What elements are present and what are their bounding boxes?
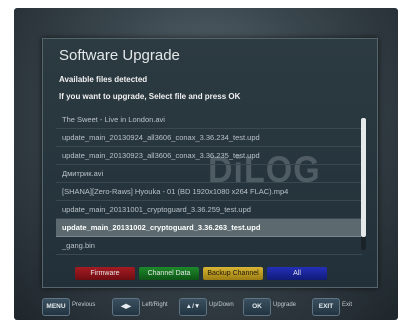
file-name: _gang.bin [62, 241, 95, 250]
up-down-key-label: Up/Down [209, 302, 234, 308]
firmware-button[interactable]: Firmware [75, 267, 135, 280]
file-name: Дмитрик.avi [62, 169, 104, 178]
menu-key[interactable]: MENU [42, 298, 70, 316]
scrollbar-thumb[interactable] [361, 118, 366, 237]
file-row[interactable]: [SHANA][Zero-Raws] Hyouka - 01 (BD 1920x… [56, 183, 362, 201]
file-name: update_main_20131002_cryptoguard_3.36.26… [62, 223, 261, 232]
file-name: update_main_20131001_cryptoguard_3.36.25… [62, 205, 251, 214]
instruction-note: If you want to upgrade, Select file and … [59, 92, 241, 101]
left-right-key-label: Left/Right [142, 302, 168, 308]
file-name: The Sweet - Live in London.avi [62, 115, 165, 124]
left-right-arrows-icon: ◀▶ [121, 303, 131, 310]
dialog-title: Software Upgrade [59, 47, 180, 64]
file-row-selected[interactable]: update_main_20131002_cryptoguard_3.36.26… [56, 219, 362, 237]
exit-key-label: Exit [342, 302, 353, 308]
menu-key-label: Previous [72, 302, 96, 308]
files-detected-note: Available files detected [59, 75, 148, 84]
file-name: update_main_20130923_all3606_conax_3.36.… [62, 151, 260, 160]
file-row[interactable]: _gang.bin [56, 237, 362, 255]
ok-key-label: Upgrade [273, 302, 297, 308]
exit-key[interactable]: EXIT [312, 298, 340, 316]
file-row[interactable]: The Sweet - Live in London.avi [56, 111, 362, 129]
key-hint-bar: MENU Previous ◀▶ Left/Right ▲/▼ Up/Down … [14, 290, 398, 318]
up-down-key[interactable]: ▲/▼ [179, 298, 207, 316]
backup-channel-button[interactable]: Backup Channel [203, 267, 263, 280]
channel-data-button[interactable]: Channel Data [139, 267, 199, 280]
all-button[interactable]: All [267, 267, 327, 280]
file-row[interactable]: update_main_20130924_all3606_conax_3.36.… [56, 129, 362, 147]
file-name: update_main_20130924_all3606_conax_3.36.… [62, 133, 260, 142]
file-row[interactable]: update_main_20131001_cryptoguard_3.36.25… [56, 201, 362, 219]
color-button-bar: Firmware Channel Data Backup Channel All [75, 267, 331, 280]
software-upgrade-dialog: Software Upgrade Available files detecte… [42, 38, 378, 288]
file-name: [SHANA][Zero-Raws] Hyouka - 01 (BD 1920x… [62, 187, 289, 196]
file-list-scrollbar[interactable] [361, 118, 366, 250]
ok-key[interactable]: OK [243, 298, 271, 316]
left-right-key[interactable]: ◀▶ [112, 298, 140, 316]
file-row[interactable]: Дмитрик.avi [56, 165, 362, 183]
file-list: The Sweet - Live in London.avi update_ma… [56, 111, 362, 255]
file-row[interactable]: update_main_20130923_all3606_conax_3.36.… [56, 147, 362, 165]
tv-screen: Software Upgrade Available files detecte… [14, 8, 398, 320]
